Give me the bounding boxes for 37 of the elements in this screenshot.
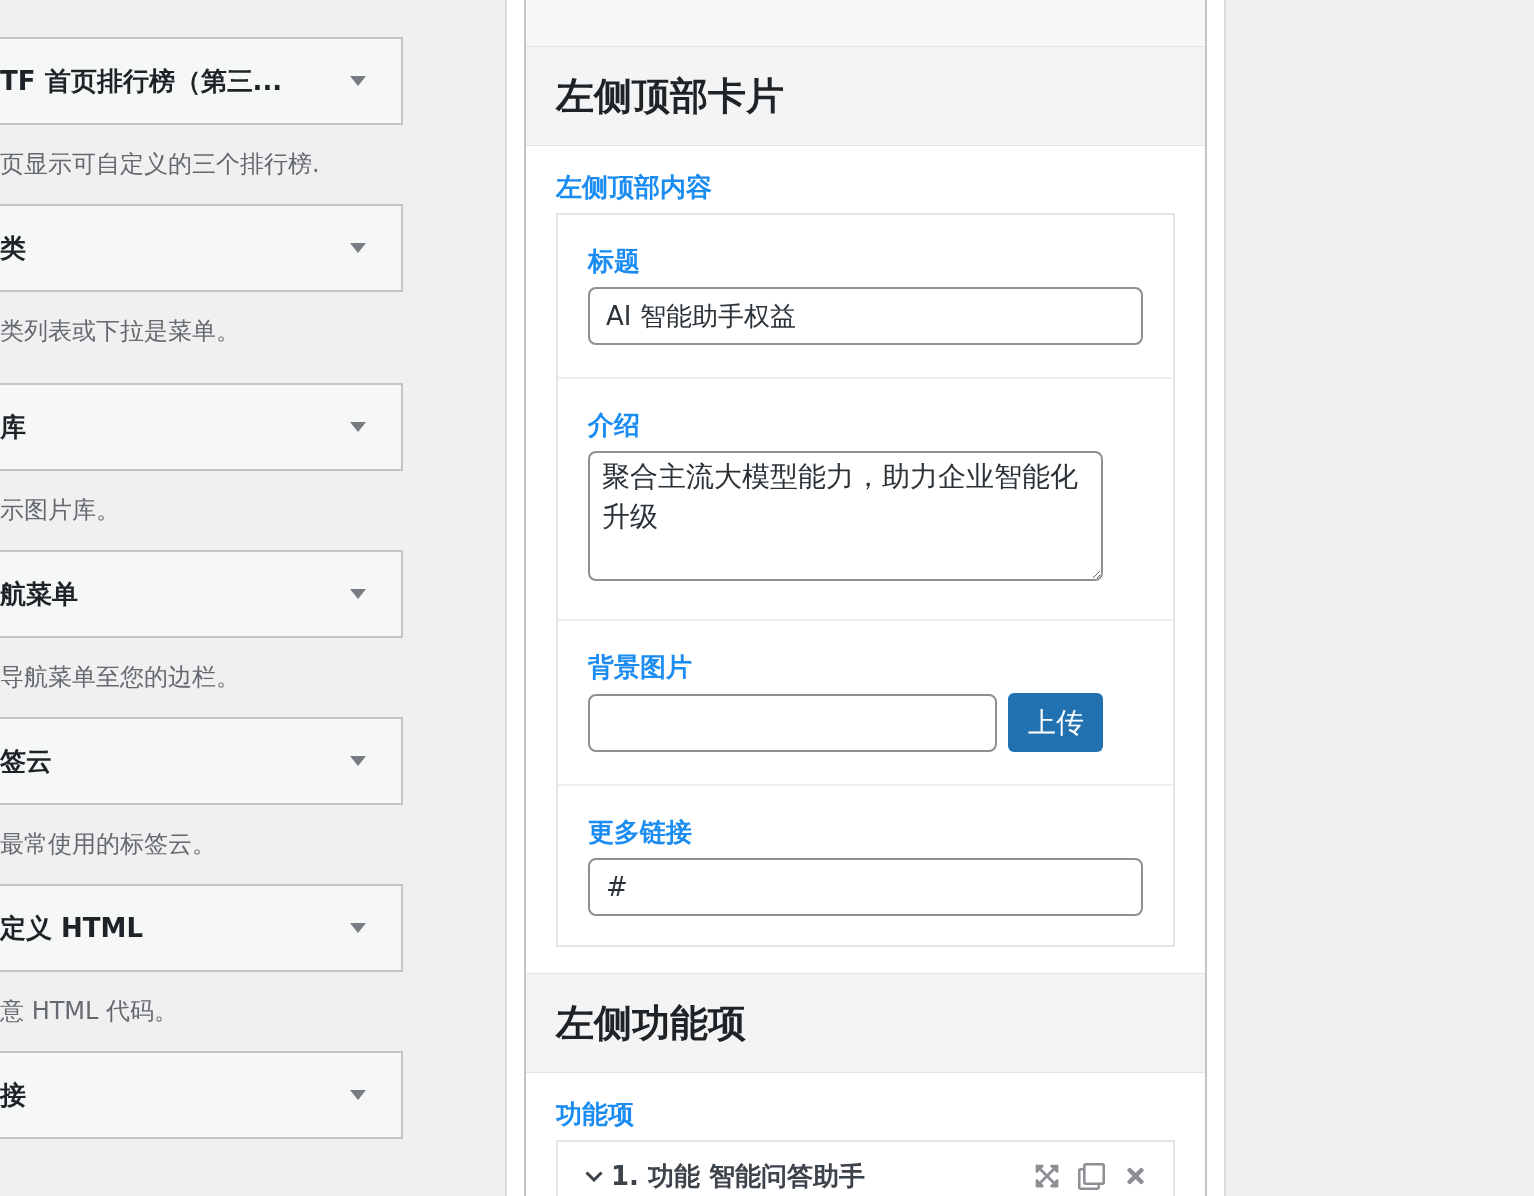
section-heading: 左侧顶部卡片 [526,46,1205,146]
widget-header[interactable]: 定义 HTML [0,884,403,972]
caret-icon [350,76,366,86]
caret-icon [350,923,366,933]
expand-arrows-icon[interactable] [1034,1163,1060,1189]
group-label: 功能项 [556,1098,634,1131]
widget-description: 导航菜单至您的边栏。 [0,662,240,693]
text-input[interactable]: # [588,858,1143,916]
chevron-down-icon[interactable] [585,1170,603,1182]
field-label: 背景图片 [588,651,692,683]
widget-description: 类列表或下拉是菜单。 [0,316,240,347]
copy-icon[interactable] [1078,1162,1105,1190]
widget-header[interactable]: 签云 [0,717,403,805]
caret-icon [350,756,366,766]
field-label: 标题 [588,245,640,277]
widget-header[interactable]: 航菜单 [0,550,403,638]
section-heading: 左侧功能项 [526,973,1205,1073]
field-label: 更多链接 [588,816,692,848]
textarea-field[interactable]: 聚合主流大模型能力，助力企业智能化升级 [588,451,1103,581]
widget-header[interactable]: 类 [0,204,403,292]
group-label: 左侧顶部内容 [556,171,712,204]
widget-description: 示图片库。 [0,495,120,526]
caret-icon [350,243,366,253]
caret-icon [350,422,366,432]
item-title[interactable]: 1. 功能 智能问答助手 [611,1161,866,1191]
widget-description: 最常使用的标签云。 [0,829,216,860]
widget-description: 意 HTML 代码。 [0,996,179,1027]
caret-icon [350,589,366,599]
widget-header[interactable]: 库 [0,383,403,471]
caret-icon [350,1090,366,1100]
widget-description: 页显示可自定义的三个排行榜. [0,149,320,180]
widget-header[interactable]: TF 首页排行榜（第三... [0,37,403,125]
image-url-field[interactable] [588,693,997,752]
field-label: 介绍 [588,409,640,441]
text-input[interactable]: AI 智能助手权益 [588,287,1143,345]
widget-header[interactable]: 接 [0,1051,403,1139]
upload-button[interactable]: 上传 [1008,693,1103,752]
